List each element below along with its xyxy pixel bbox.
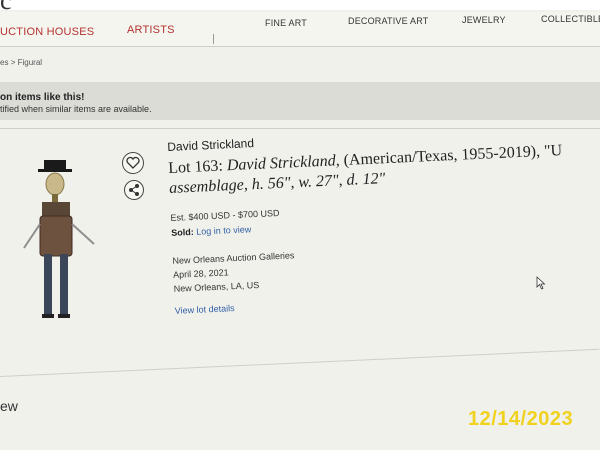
lot-title-rest: (American/Texas, 1955-2019), "U: [339, 142, 563, 170]
share-icon: [129, 184, 139, 196]
browser-screen: c UCTION HOUSES ARTISTS FINE ART DECORAT…: [0, 0, 600, 450]
lot-title-prefix: Lot 163:: [167, 157, 228, 177]
breadcrumb-current[interactable]: Figural: [18, 58, 42, 67]
banner-subtitle: tified when similar items are available.: [0, 104, 152, 114]
date-stamp: 12/14/2023: [468, 408, 574, 430]
content-divider: [0, 348, 600, 377]
nav-fine-art[interactable]: FINE ART: [265, 18, 307, 28]
nav-jewelry[interactable]: JEWELRY: [462, 15, 506, 25]
nav-separator: [213, 34, 214, 44]
top-strip: c: [0, 0, 600, 15]
nav-decorative-art[interactable]: DECORATIVE ART: [348, 16, 428, 26]
section-heading-fragment: ew: [0, 398, 18, 414]
nav-collectibles[interactable]: COLLECTIBLES: [541, 14, 600, 24]
share-button[interactable]: [124, 180, 144, 200]
lot-image[interactable]: [18, 156, 118, 326]
banner-title: on items like this!: [0, 92, 85, 103]
login-to-view-link[interactable]: Log in to view: [196, 224, 251, 236]
breadcrumb-prev[interactable]: es: [0, 58, 8, 67]
sold-label: Sold:: [170, 226, 194, 238]
nav-auction-houses[interactable]: UCTION HOUSES: [0, 26, 94, 38]
favorite-button[interactable]: [122, 152, 144, 174]
lot-title-artist: David Strickland,: [226, 152, 341, 175]
breadcrumb: es > Figural: [0, 58, 42, 67]
heart-icon: [126, 156, 140, 169]
breadcrumb-separator: >: [10, 58, 16, 67]
main-nav: UCTION HOUSES ARTISTS FINE ART DECORATIV…: [0, 12, 600, 47]
mouse-cursor-icon: [536, 276, 546, 290]
nav-artists[interactable]: ARTISTS: [127, 24, 175, 36]
